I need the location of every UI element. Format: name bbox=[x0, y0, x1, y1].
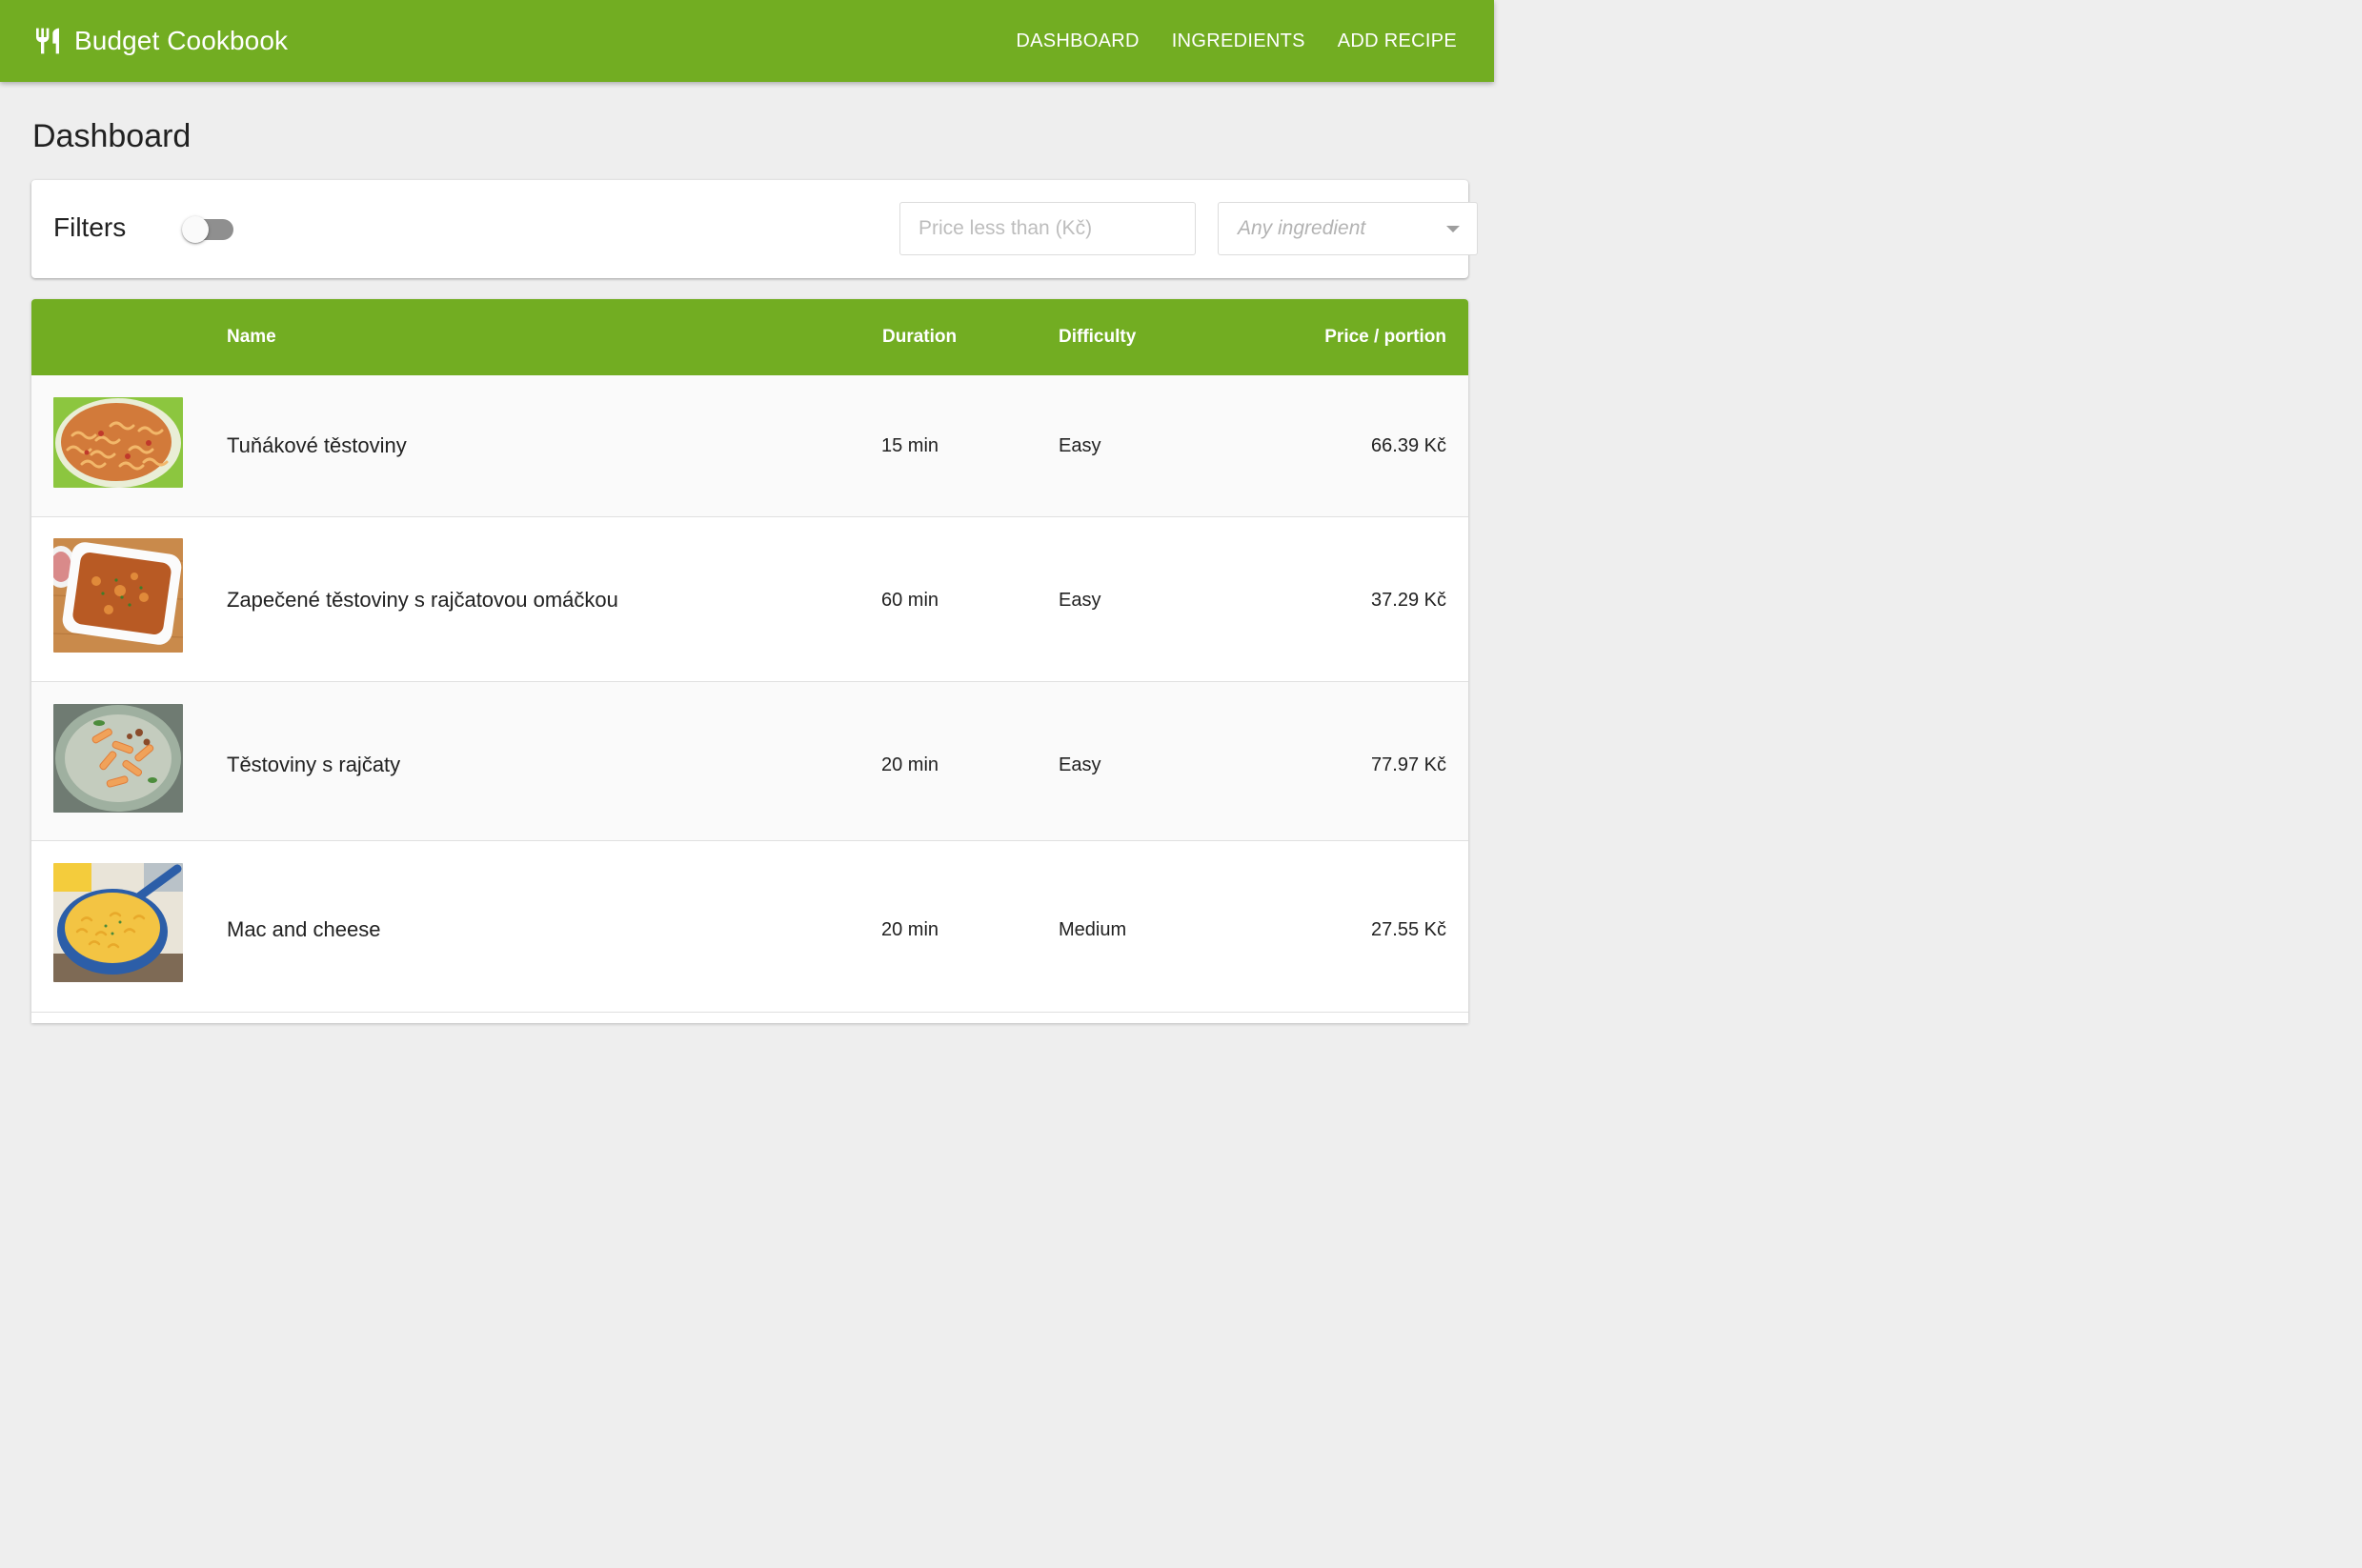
recipe-name: Těstoviny s rajčaty bbox=[227, 753, 401, 776]
column-header-price[interactable]: Price / portion bbox=[1324, 327, 1446, 348]
recipe-price: 37.29 Kč bbox=[1371, 590, 1446, 611]
nav-ingredients[interactable]: INGREDIENTS bbox=[1156, 21, 1322, 62]
fusilli-tuna-photo bbox=[53, 397, 183, 488]
column-header-duration[interactable]: Duration bbox=[882, 327, 957, 348]
recipe-name: Zapečené těstoviny s rajčatovou omáčkou bbox=[227, 588, 618, 612]
recipe-name: Tuňákové těstoviny bbox=[227, 433, 407, 457]
recipe-duration: 20 min bbox=[881, 919, 939, 940]
app-bar: Budget Cookbook DASHBOARD INGREDIENTS AD… bbox=[0, 0, 1494, 82]
brand-home-link[interactable]: Budget Cookbook bbox=[32, 26, 288, 56]
table-row[interactable]: Těstoviny s rajčaty 20 min Easy 77.97 Kč bbox=[31, 682, 1468, 841]
main-nav: DASHBOARD INGREDIENTS ADD RECIPE bbox=[999, 21, 1473, 62]
filters-label: Filters bbox=[53, 212, 127, 242]
table-row[interactable]: Mac and cheese 20 min Medium 27.55 Kč bbox=[31, 841, 1468, 1013]
ingredient-select-value: Any ingredient bbox=[1238, 217, 1366, 239]
price-filter-input[interactable] bbox=[899, 202, 1196, 255]
column-header-name[interactable]: Name bbox=[227, 327, 276, 348]
recipe-duration: 60 min bbox=[881, 590, 939, 611]
app-title: Budget Cookbook bbox=[74, 26, 289, 55]
filters-toggle[interactable] bbox=[182, 216, 233, 243]
table-header: Name Duration Difficulty Price / portion bbox=[31, 299, 1468, 375]
recipe-price: 66.39 Kč bbox=[1371, 435, 1446, 456]
recipe-difficulty: Medium bbox=[1059, 919, 1127, 940]
recipe-price: 77.97 Kč bbox=[1371, 754, 1446, 775]
column-header-difficulty[interactable]: Difficulty bbox=[1059, 327, 1136, 348]
nav-dashboard[interactable]: DASHBOARD bbox=[999, 21, 1155, 62]
recipe-price: 27.55 Kč bbox=[1371, 919, 1446, 940]
page-title: Dashboard bbox=[32, 118, 192, 154]
dropdown-arrow-icon bbox=[1446, 226, 1460, 232]
recipe-difficulty: Easy bbox=[1059, 754, 1101, 775]
baked-pasta-photo bbox=[53, 538, 183, 653]
mac-and-cheese-photo bbox=[53, 863, 183, 982]
recipes-table: Name Duration Difficulty Price / portion bbox=[31, 299, 1468, 1023]
ingredient-select[interactable]: Any ingredient bbox=[1218, 202, 1478, 255]
nav-add-recipe[interactable]: ADD RECIPE bbox=[1322, 21, 1473, 62]
recipe-difficulty: Easy bbox=[1059, 590, 1101, 611]
penne-tomato-photo bbox=[53, 704, 183, 813]
fork-knife-icon bbox=[36, 28, 59, 54]
recipe-difficulty: Easy bbox=[1059, 435, 1101, 456]
recipe-duration: 20 min bbox=[881, 754, 939, 775]
table-row[interactable]: Tuňákové těstoviny 15 min Easy 66.39 Kč bbox=[31, 375, 1468, 517]
table-row[interactable]: Zapečené těstoviny s rajčatovou omáčkou … bbox=[31, 517, 1468, 682]
recipe-duration: 15 min bbox=[881, 435, 939, 456]
recipe-name: Mac and cheese bbox=[227, 917, 381, 941]
filters-card: Filters Any ingredient bbox=[31, 180, 1478, 278]
toggle-thumb bbox=[182, 216, 209, 243]
